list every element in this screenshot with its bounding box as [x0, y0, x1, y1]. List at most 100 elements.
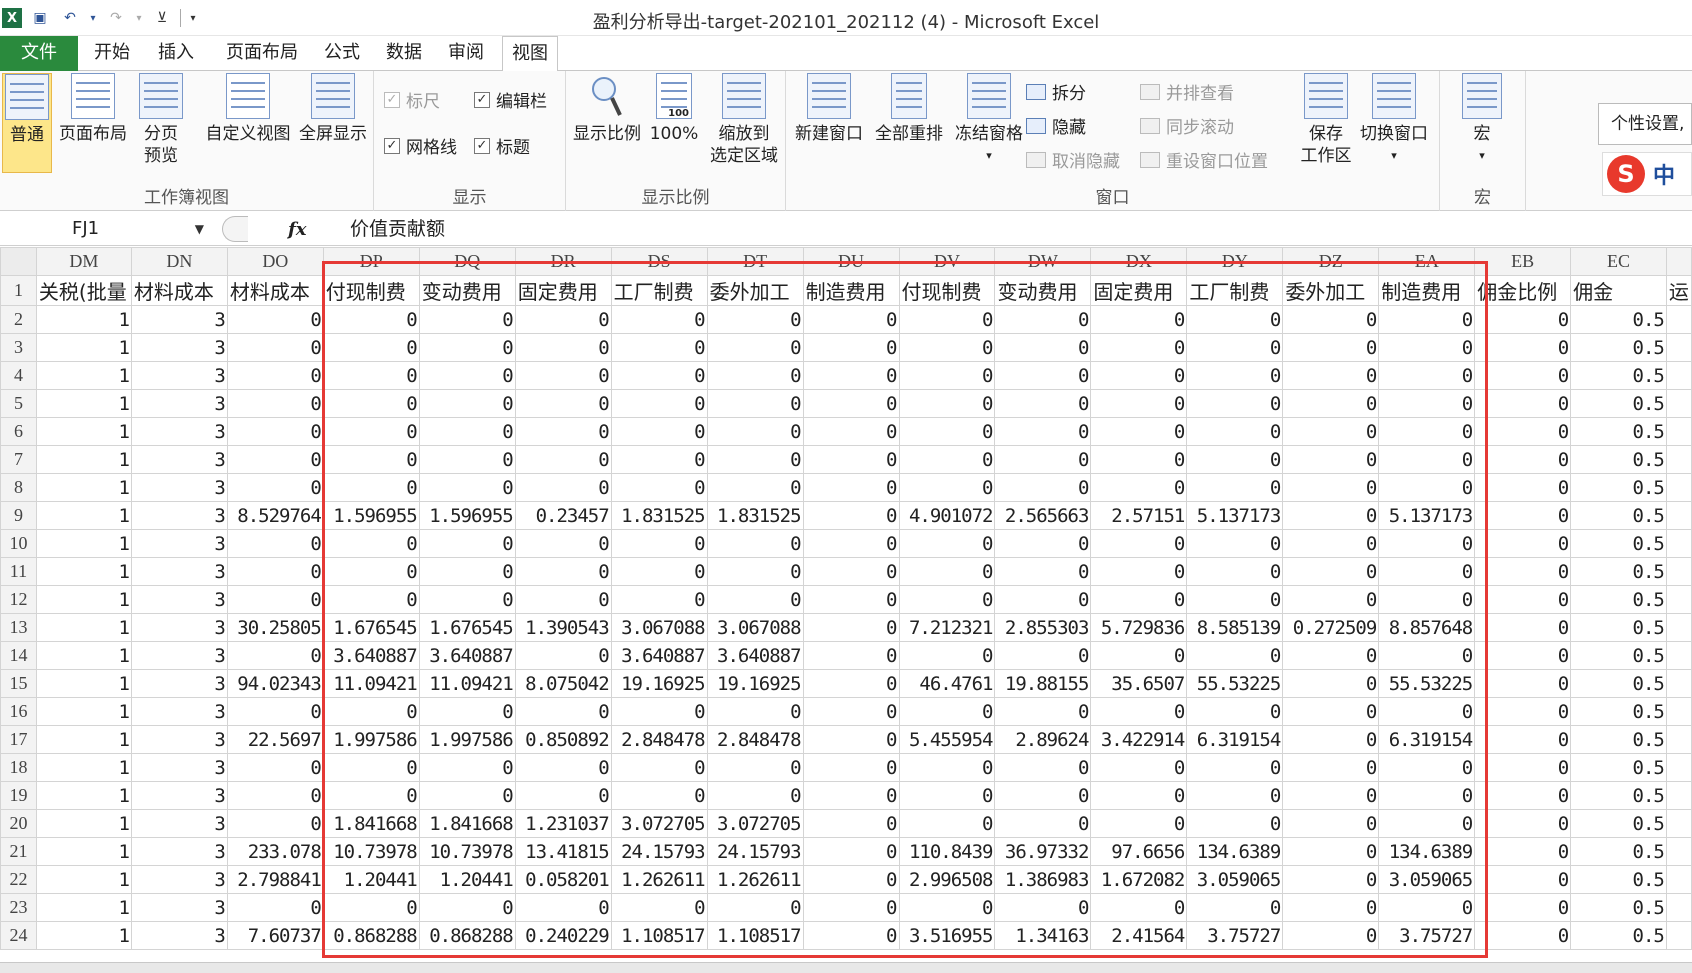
data-cell[interactable]: 0: [802, 529, 900, 558]
data-cell[interactable]: 1.108517: [706, 921, 804, 950]
data-cell[interactable]: 0: [898, 473, 996, 502]
freeze-panes-button[interactable]: 冻结窗格 ▾: [950, 73, 1028, 193]
data-cell[interactable]: 0.5: [1570, 893, 1667, 922]
data-cell[interactable]: 1: [35, 557, 132, 586]
data-cell[interactable]: 11.09421: [418, 669, 516, 698]
data-cell[interactable]: 0: [1090, 557, 1188, 586]
data-cell[interactable]: 1.841668: [322, 809, 420, 838]
data-cell[interactable]: 0: [802, 501, 900, 530]
data-cell[interactable]: 0: [1186, 389, 1284, 418]
data-cell[interactable]: 0: [1474, 501, 1572, 530]
data-cell[interactable]: 3.059065: [1378, 865, 1476, 894]
data-cell[interactable]: 0: [1282, 501, 1380, 530]
data-cell[interactable]: 1.596955: [322, 501, 420, 530]
formula-input[interactable]: 价值贡献额: [350, 216, 445, 242]
data-cell[interactable]: 0: [1090, 417, 1188, 446]
data-cell[interactable]: 0.5: [1570, 641, 1667, 670]
data-cell[interactable]: 0: [514, 445, 612, 474]
data-cell[interactable]: 0: [226, 809, 324, 838]
data-cell[interactable]: 0: [1090, 641, 1188, 670]
data-cell[interactable]: 0: [802, 445, 900, 474]
row-header[interactable]: 15: [0, 669, 37, 698]
data-cell[interactable]: 0: [226, 305, 324, 334]
data-cell[interactable]: 0: [706, 529, 804, 558]
hide-button[interactable]: 隐藏: [1026, 113, 1086, 138]
data-cell[interactable]: 0.058201: [514, 865, 612, 894]
save-workspace-button[interactable]: 保存 工作区: [1296, 73, 1356, 185]
data-cell[interactable]: 55.53225: [1186, 669, 1284, 698]
data-cell[interactable]: 1: [35, 585, 132, 614]
data-cell[interactable]: 2.57151: [1090, 501, 1188, 530]
column-header[interactable]: DS: [610, 247, 708, 276]
data-cell[interactable]: 0: [226, 529, 324, 558]
data-cell[interactable]: 0: [706, 417, 804, 446]
worksheet-table[interactable]: DM DN DO DP DQ DR DS DT DU DV DW DX DY DZ EA EB EC 1 关税(批量…: [0, 247, 1692, 950]
data-cell[interactable]: 1: [35, 865, 132, 894]
data-cell[interactable]: 0: [514, 333, 612, 362]
data-cell[interactable]: 0.5: [1570, 697, 1667, 726]
ruler-checkbox[interactable]: ✓ 标尺: [384, 87, 440, 112]
data-cell[interactable]: 0: [898, 781, 996, 810]
data-cell[interactable]: 0: [1282, 753, 1380, 782]
data-cell[interactable]: 0: [802, 893, 900, 922]
data-cell[interactable]: 3.067088: [706, 613, 804, 642]
data-cell[interactable]: 0: [1378, 893, 1476, 922]
data-cell[interactable]: 0: [1282, 697, 1380, 726]
header-cell[interactable]: 委外加工: [1282, 275, 1380, 306]
data-cell[interactable]: 0: [418, 753, 516, 782]
header-cell[interactable]: 付现制费: [322, 275, 420, 306]
data-cell[interactable]: 0.5: [1570, 781, 1667, 810]
data-cell[interactable]: 0: [802, 669, 900, 698]
header-cell[interactable]: 材料成本: [130, 275, 228, 306]
data-cell[interactable]: 0: [802, 837, 900, 866]
data-cell[interactable]: 0: [418, 473, 516, 502]
data-cell[interactable]: 0: [994, 753, 1092, 782]
data-cell[interactable]: 0: [994, 809, 1092, 838]
data-cell[interactable]: 3: [130, 305, 228, 334]
data-cell[interactable]: 1: [35, 753, 132, 782]
header-cell[interactable]: 工厂制费: [1186, 275, 1284, 306]
data-cell[interactable]: 0: [1474, 333, 1572, 362]
data-cell[interactable]: 0: [1282, 529, 1380, 558]
page-break-preview-button[interactable]: 分页 预览: [134, 73, 188, 185]
row-header[interactable]: 11: [0, 557, 37, 586]
data-cell[interactable]: 0: [1090, 697, 1188, 726]
data-cell[interactable]: 0: [1090, 753, 1188, 782]
data-cell[interactable]: 0.5: [1570, 389, 1667, 418]
data-cell[interactable]: 0: [1474, 641, 1572, 670]
data-cell[interactable]: 0: [514, 697, 612, 726]
data-cell[interactable]: 1.231037: [514, 809, 612, 838]
data-cell[interactable]: 0.5: [1570, 501, 1667, 530]
data-cell[interactable]: 24.15793: [610, 837, 708, 866]
data-cell[interactable]: 3: [130, 893, 228, 922]
data-cell[interactable]: 0: [1090, 585, 1188, 614]
data-cell[interactable]: 0.5: [1570, 921, 1667, 950]
data-cell[interactable]: 0: [1090, 445, 1188, 474]
sync-scroll-button[interactable]: 同步滚动: [1140, 113, 1234, 138]
data-cell[interactable]: 0: [1282, 389, 1380, 418]
data-cell[interactable]: 55.53225: [1378, 669, 1476, 698]
header-cell[interactable]: 关税(批量: [35, 275, 132, 306]
data-cell[interactable]: 0: [1186, 781, 1284, 810]
unhide-button[interactable]: 取消隐藏: [1026, 147, 1120, 172]
data-cell[interactable]: 0: [994, 389, 1092, 418]
data-cell[interactable]: 5.729836: [1090, 613, 1188, 642]
row-header[interactable]: 6: [0, 417, 37, 446]
data-cell[interactable]: 0: [418, 305, 516, 334]
data-cell[interactable]: 0: [610, 585, 708, 614]
data-cell[interactable]: 0.5: [1570, 473, 1667, 502]
data-cell[interactable]: 0: [226, 445, 324, 474]
data-cell[interactable]: 0: [1186, 529, 1284, 558]
data-cell[interactable]: 0: [322, 697, 420, 726]
data-cell[interactable]: 3.067088: [610, 613, 708, 642]
data-cell[interactable]: 0: [1474, 473, 1572, 502]
data-cell[interactable]: 0: [610, 529, 708, 558]
data-cell[interactable]: 0: [1282, 417, 1380, 446]
row-header[interactable]: 3: [0, 333, 37, 362]
data-cell[interactable]: 0: [802, 473, 900, 502]
data-cell[interactable]: 0: [514, 641, 612, 670]
data-cell[interactable]: 3.059065: [1186, 865, 1284, 894]
data-cell[interactable]: 0: [1090, 389, 1188, 418]
data-cell[interactable]: 0: [1378, 389, 1476, 418]
header-cell[interactable]: 佣金比例: [1474, 275, 1572, 306]
